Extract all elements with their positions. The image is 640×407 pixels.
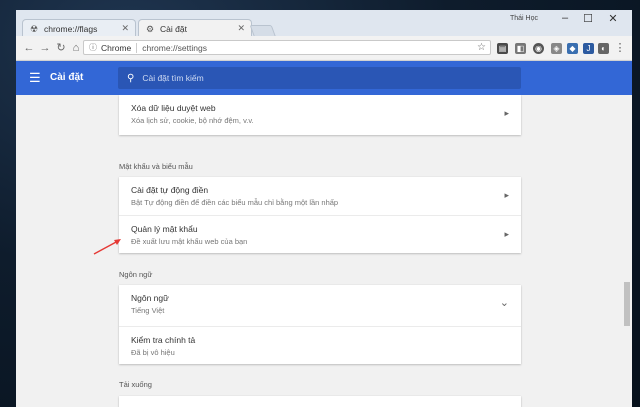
- row-title: Xóa dữ liệu duyệt web: [131, 103, 216, 113]
- row-title: Ngôn ngữ: [131, 293, 169, 303]
- menu-dots-icon[interactable]: ⋮: [613, 41, 627, 55]
- secure-chip-label: Chrome: [101, 42, 132, 53]
- tab-label: chrome://flags: [44, 23, 98, 34]
- bookmark-star-icon[interactable]: ☆: [477, 42, 486, 53]
- back-icon[interactable]: ←: [22, 41, 36, 55]
- privacy-card: Xóa dữ liệu duyệt web Xóa lịch sử, cooki…: [119, 95, 521, 135]
- browser-toolbar: ← → ↻ ⌂ ⓘ Chrome chrome://settings ☆ ▤ ◧…: [16, 36, 632, 61]
- tab-strip: ☢ chrome://flags ✕ ⚙ Cài đặt ✕ Thái Học …: [16, 10, 632, 38]
- tab-settings[interactable]: ⚙ Cài đặt ✕: [138, 19, 252, 37]
- chevron-right-icon: ▸: [504, 190, 509, 200]
- section-title: Mật khẩu và biểu mẫu: [119, 162, 193, 171]
- search-input[interactable]: Cài đặt tìm kiếm: [142, 73, 203, 83]
- spell-check-row[interactable]: Kiểm tra chính tả Đã bị vô hiệu: [119, 326, 521, 364]
- section-title: Tải xuống: [119, 380, 152, 389]
- close-icon[interactable]: ✕: [237, 23, 245, 34]
- home-icon[interactable]: ⌂: [69, 41, 83, 55]
- row-subtitle: Đã bị vô hiệu: [131, 348, 175, 357]
- menu-icon[interactable]: ☰: [29, 71, 41, 85]
- url-text[interactable]: chrome://settings: [142, 43, 477, 53]
- tab-flags[interactable]: ☢ chrome://flags ✕: [22, 19, 136, 37]
- annotation-arrow: [93, 239, 121, 255]
- row-subtitle: Bật Tự động điền để điền các biểu mẫu ch…: [131, 198, 339, 207]
- passwords-card: Cài đặt tự động điền Bật Tự động điền để…: [119, 177, 521, 253]
- profile-name[interactable]: Thái Học: [510, 15, 538, 22]
- gear-icon: ⚙: [145, 23, 155, 34]
- divider: [136, 42, 138, 53]
- row-title: Quản lý mật khẩu: [131, 224, 198, 234]
- row-subtitle: Đề xuất lưu mật khẩu web của bạn: [131, 237, 248, 246]
- minimize-icon[interactable]: –: [557, 12, 573, 24]
- extension-icon[interactable]: ◐: [598, 43, 609, 54]
- manage-passwords-row[interactable]: Quản lý mật khẩu Đề xuất lưu mật khẩu we…: [119, 215, 521, 253]
- forward-icon[interactable]: →: [38, 41, 52, 55]
- section-title: Ngôn ngữ: [119, 270, 153, 279]
- browser-window: ☢ chrome://flags ✕ ⚙ Cài đặt ✕ Thái Học …: [16, 10, 632, 407]
- extension-icon[interactable]: ◧: [515, 43, 526, 54]
- row-title: Kiểm tra chính tả: [131, 335, 196, 345]
- close-icon[interactable]: ✕: [121, 23, 129, 34]
- flags-icon: ☢: [29, 23, 39, 34]
- chevron-down-icon[interactable]: ⌄: [500, 296, 509, 309]
- address-bar[interactable]: ⓘ Chrome chrome://settings ☆: [83, 40, 491, 55]
- extension-j-icon[interactable]: J: [583, 43, 594, 54]
- tab-label: Cài đặt: [160, 23, 187, 34]
- extension-icon[interactable]: ◈: [551, 43, 562, 54]
- shield-icon[interactable]: ◉: [533, 43, 544, 54]
- row-title: Cài đặt tự động điền: [131, 185, 209, 195]
- extension-icon[interactable]: ▤: [497, 43, 508, 54]
- page-title: Cài đặt: [50, 72, 84, 83]
- scrollbar-thumb[interactable]: [624, 282, 630, 326]
- chevron-right-icon: ▸: [504, 108, 509, 118]
- languages-row[interactable]: Ngôn ngữ Tiếng Việt ⌄: [119, 285, 521, 326]
- extension-icon[interactable]: ◆: [567, 43, 578, 54]
- chevron-right-icon: ▸: [504, 229, 509, 239]
- maximize-icon[interactable]: ☐: [580, 12, 596, 25]
- settings-content: Xóa dữ liệu duyệt web Xóa lịch sử, cooki…: [16, 95, 622, 407]
- row-subtitle: Tiếng Việt: [131, 306, 165, 315]
- search-icon: ⚲: [127, 72, 135, 84]
- close-window-icon[interactable]: ✕: [605, 12, 621, 25]
- scrollbar[interactable]: [622, 95, 632, 407]
- languages-card: Ngôn ngữ Tiếng Việt ⌄ Kiểm tra chính tả …: [119, 285, 521, 364]
- settings-header: ☰ Cài đặt ⚲ Cài đặt tìm kiếm: [16, 61, 632, 95]
- clear-browsing-data-row[interactable]: Xóa dữ liệu duyệt web Xóa lịch sử, cooki…: [119, 95, 521, 135]
- row-subtitle: Xóa lịch sử, cookie, bộ nhớ đệm, v.v.: [131, 116, 254, 125]
- autofill-settings-row[interactable]: Cài đặt tự động điền Bật Tự động điền để…: [119, 177, 521, 215]
- downloads-card: [119, 396, 521, 407]
- settings-search[interactable]: ⚲ Cài đặt tìm kiếm: [118, 67, 521, 89]
- info-icon[interactable]: ⓘ: [89, 42, 97, 53]
- reload-icon[interactable]: ↻: [54, 41, 68, 55]
